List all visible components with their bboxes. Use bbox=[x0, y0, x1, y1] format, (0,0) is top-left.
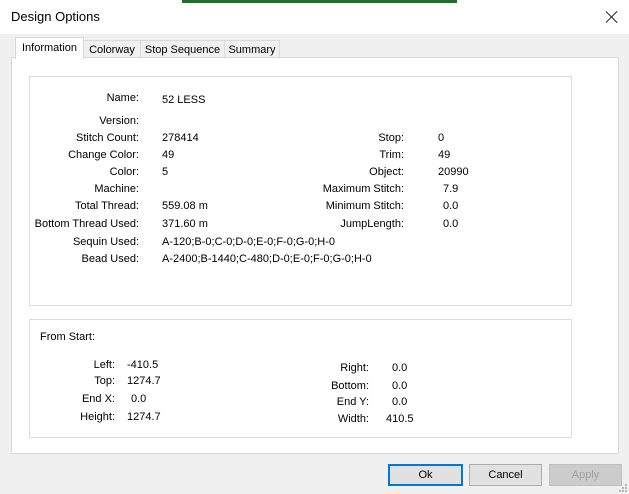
right-label: Right: bbox=[340, 362, 369, 374]
version-label: Version: bbox=[99, 115, 139, 127]
left-label: Left: bbox=[93, 359, 115, 371]
stop-label: Stop: bbox=[378, 132, 404, 144]
tab-information[interactable]: Information bbox=[15, 37, 84, 59]
window-title: Design Options bbox=[11, 9, 100, 24]
change-color-value: 49 bbox=[162, 149, 175, 161]
object-label: Object: bbox=[369, 166, 404, 178]
end-y-value: 0.0 bbox=[392, 396, 408, 408]
jump-length-value: 0.0 bbox=[443, 218, 459, 230]
end-x-value: 0.0 bbox=[131, 393, 147, 405]
maximum-stitch-label: Maximum Stitch: bbox=[322, 183, 404, 195]
stitch-count-label: Stitch Count: bbox=[76, 132, 139, 144]
title-bar-accent bbox=[182, 0, 457, 3]
bead-used-label: Bead Used: bbox=[81, 253, 139, 265]
jump-length-label: JumpLength: bbox=[340, 218, 404, 230]
object-value: 20990 bbox=[438, 166, 469, 178]
trim-value: 49 bbox=[438, 149, 451, 161]
machine-label: Machine: bbox=[94, 183, 139, 195]
width-value: 410.5 bbox=[386, 413, 414, 425]
apply-button: Apply bbox=[549, 464, 622, 486]
end-y-label: End Y: bbox=[336, 396, 369, 408]
bottom-thread-value: 371.60 m bbox=[162, 218, 208, 230]
resize-grip-icon[interactable] bbox=[617, 482, 627, 492]
close-icon[interactable] bbox=[604, 9, 620, 25]
width-label: Width: bbox=[337, 413, 369, 425]
top-label: Top: bbox=[94, 375, 115, 387]
total-thread-label: Total Thread: bbox=[74, 200, 139, 212]
maximum-stitch-value: 7.9 bbox=[443, 183, 459, 195]
from-start-heading: From Start: bbox=[40, 331, 96, 343]
color-value: 5 bbox=[162, 166, 169, 178]
height-value: 1274.7 bbox=[127, 411, 161, 423]
total-thread-value: 559.08 m bbox=[162, 200, 208, 212]
left-value: -410.5 bbox=[127, 359, 159, 371]
sequin-used-value: A-120;B-0;C-0;D-0;E-0;F-0;G-0;H-0 bbox=[162, 236, 335, 248]
cancel-button[interactable]: Cancel bbox=[469, 464, 542, 486]
stitch-count-value: 278414 bbox=[162, 132, 199, 144]
trim-label: Trim: bbox=[379, 149, 404, 161]
ok-button[interactable]: Ok bbox=[388, 464, 463, 486]
bead-used-value: A-2400;B-1440;C-480;D-0;E-0;F-0;G-0;H-0 bbox=[162, 253, 372, 265]
name-value: 52 LESS bbox=[162, 94, 206, 106]
bottom-value: 0.0 bbox=[392, 380, 408, 392]
name-label: Name: bbox=[106, 92, 139, 104]
sequin-used-label: Sequin Used: bbox=[72, 236, 139, 248]
minimum-stitch-label: Minimum Stitch: bbox=[325, 200, 404, 212]
minimum-stitch-value: 0.0 bbox=[443, 200, 459, 212]
bottom-thread-label: Bottom Thread Used: bbox=[34, 218, 139, 230]
top-value: 1274.7 bbox=[127, 375, 161, 387]
bottom-label: Bottom: bbox=[331, 380, 369, 392]
color-label: Color: bbox=[109, 166, 139, 178]
height-label: Height: bbox=[80, 411, 115, 423]
stop-value: 0 bbox=[438, 132, 445, 144]
end-x-label: End X: bbox=[81, 393, 115, 405]
change-color-label: Change Color: bbox=[68, 149, 139, 161]
right-value: 0.0 bbox=[392, 362, 408, 374]
